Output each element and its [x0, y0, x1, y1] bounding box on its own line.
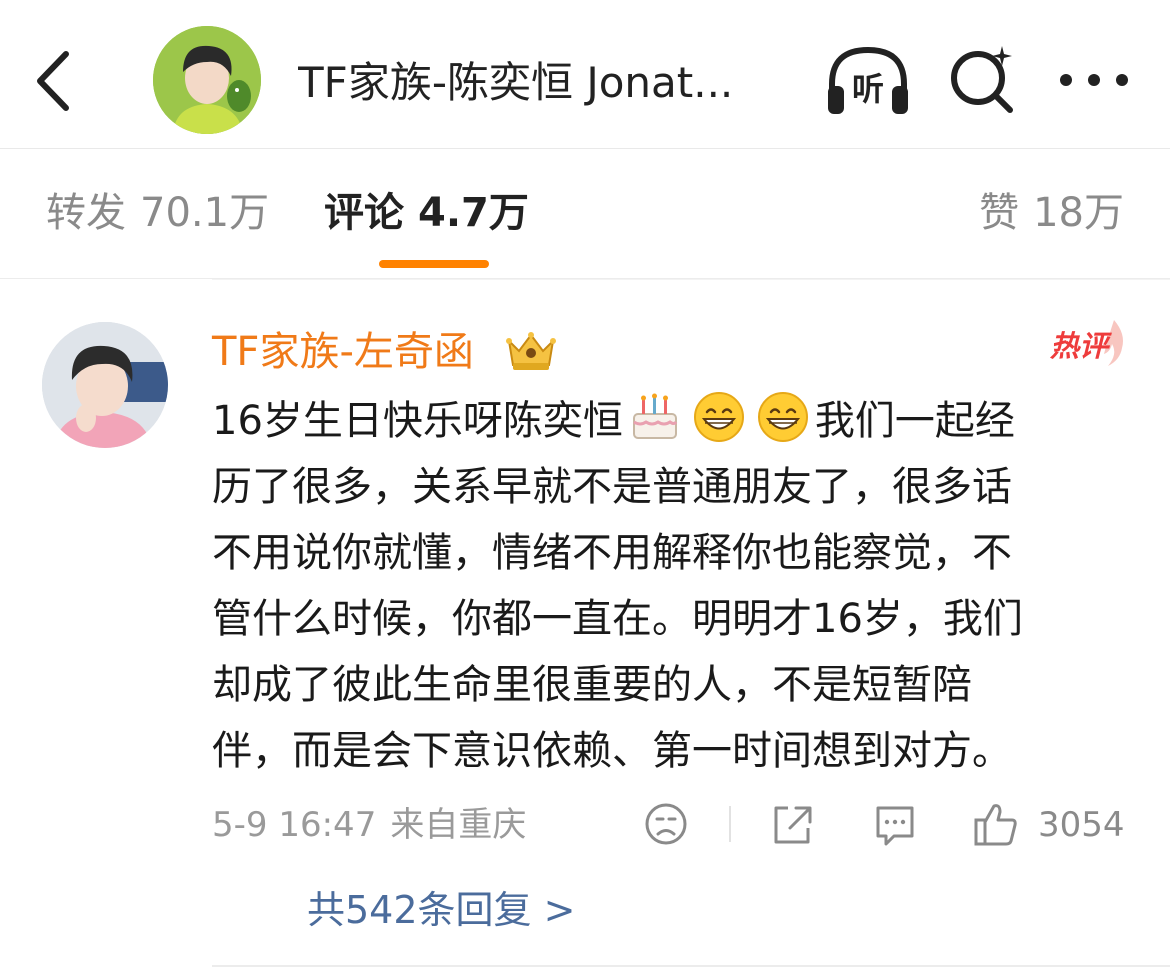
view-replies-link[interactable]: 共542条回复 > — [307, 886, 575, 934]
tab-repost[interactable]: 转发 70.1万 — [46, 187, 269, 239]
tab-comment[interactable]: 评论 4.7万 — [324, 187, 529, 239]
grin-emoji-icon — [756, 390, 810, 444]
section-divider — [212, 279, 1170, 280]
poster-title: TF家族-陈奕恒 Jonat... — [298, 58, 734, 107]
poster-avatar-image — [153, 26, 261, 134]
comment-line: 历了很多，关系早就不是普通朋友了，很多话 — [212, 464, 1012, 510]
comment-text: 16岁生日快乐呀陈奕恒 我们一起经 历了很多，关系早就不是普通朋友了，很多话 不… — [212, 388, 1132, 784]
comment-line-text: 我们一起经 — [814, 398, 1015, 444]
sad-face-icon — [645, 803, 687, 845]
more-icon — [1060, 74, 1128, 86]
action-divider — [729, 806, 731, 842]
listen-button[interactable]: 听 — [822, 40, 914, 120]
reply-button[interactable] — [872, 798, 918, 850]
comment-line: 16岁生日快乐呀陈奕恒 我们一起经 — [212, 388, 1132, 454]
tab-like-label: 赞 — [979, 190, 1020, 236]
listen-label: 听 — [852, 70, 884, 108]
active-tab-indicator — [379, 260, 489, 268]
commenter-avatar[interactable] — [42, 322, 168, 448]
tab-like-count: 18万 — [1033, 190, 1124, 236]
grin-emoji-icon — [692, 390, 746, 444]
top-bar: TF家族-陈奕恒 Jonat... 听 — [0, 0, 1170, 149]
tab-repost-count: 70.1万 — [140, 190, 270, 236]
commenter-avatar-image — [42, 322, 168, 448]
post-tabs: 转发 70.1万 评论 4.7万 赞 18万 — [0, 149, 1170, 279]
comment-line: 管什么时候，你都一直在。明明才16岁，我们 — [212, 596, 1023, 642]
comment-time: 5-9 16:47 — [212, 805, 377, 845]
weibo-comment-page: TF家族-陈奕恒 Jonat... 听 转发 70.1万 评论 4.7万 赞 1… — [0, 0, 1170, 969]
search-icon — [951, 46, 1013, 113]
like-count: 3054 — [1038, 805, 1125, 845]
comment-line-text: 16岁生日快乐呀陈奕恒 — [212, 398, 623, 444]
comment-meta: 5-9 16:47 来自重庆 — [212, 803, 526, 847]
hot-badge-label: 热评 — [1050, 329, 1109, 363]
comment-location: 来自重庆 — [390, 805, 527, 845]
comment-icon — [876, 806, 914, 846]
tab-like[interactable]: 赞 18万 — [979, 187, 1124, 239]
poster-avatar[interactable] — [153, 26, 261, 134]
comment-divider — [212, 965, 1170, 967]
search-button[interactable] — [946, 40, 1018, 120]
commenter-name[interactable]: TF家族-左奇函 — [212, 326, 474, 378]
comment-line: 伴，而是会下意识依赖、第一时间想到对方。 — [212, 728, 1012, 774]
cake-emoji-icon — [628, 390, 682, 444]
thumbs-up-icon — [974, 804, 1017, 846]
share-icon — [774, 806, 812, 844]
back-button[interactable] — [28, 46, 80, 116]
tab-repost-label: 转发 — [46, 190, 126, 236]
dislike-button[interactable] — [643, 798, 689, 850]
tab-comment-label: 评论 — [324, 190, 404, 236]
back-arrow-icon — [37, 51, 69, 111]
comment-line: 却成了彼此生命里很重要的人，不是短暂陪 — [212, 662, 972, 708]
more-button[interactable] — [1056, 58, 1132, 102]
tab-comment-count: 4.7万 — [418, 190, 529, 236]
headphones-icon: 听 — [828, 46, 908, 114]
comment-line: 不用说你就懂，情绪不用解释你也能察觉，不 — [212, 530, 1012, 576]
like-button[interactable] — [972, 798, 1020, 850]
crown-icon — [503, 327, 559, 373]
share-button[interactable] — [768, 798, 814, 850]
hot-comment-badge: 热评 — [1048, 318, 1128, 370]
